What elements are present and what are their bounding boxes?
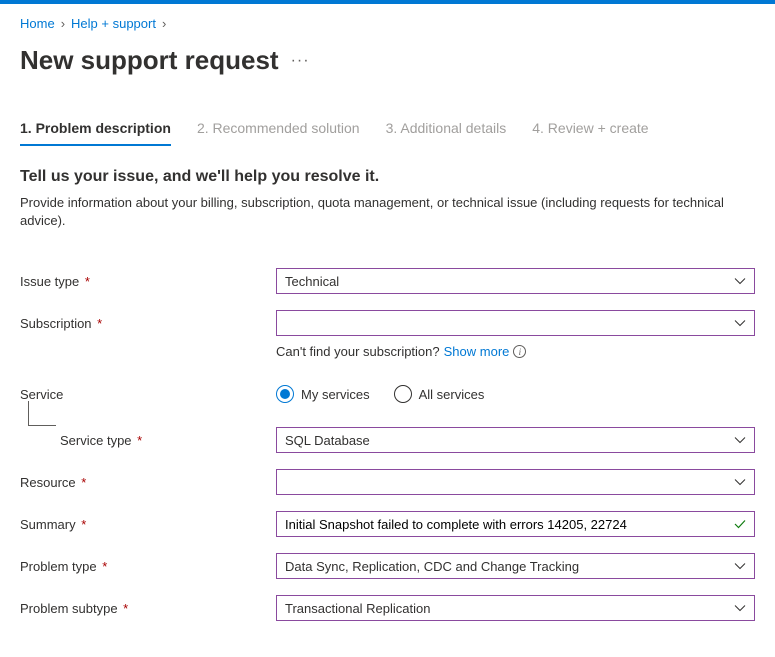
subscription-label: Subscription *: [20, 316, 276, 331]
tabs: 1. Problem description 2. Recommended so…: [20, 120, 755, 146]
more-icon[interactable]: ···: [291, 52, 310, 70]
tab-additional-details[interactable]: 3. Additional details: [386, 120, 507, 146]
summary-input[interactable]: [276, 511, 755, 537]
section-subtitle: Tell us your issue, and we'll help you r…: [20, 168, 755, 186]
tab-problem-description[interactable]: 1. Problem description: [20, 120, 171, 146]
page-title: New support request: [20, 45, 279, 76]
chevron-down-icon: [734, 317, 746, 329]
issue-type-label: Issue type *: [20, 274, 276, 289]
chevron-down-icon: [734, 434, 746, 446]
chevron-down-icon: [734, 560, 746, 572]
chevron-down-icon: [734, 476, 746, 488]
breadcrumb-home[interactable]: Home: [20, 16, 55, 31]
service-type-select[interactable]: SQL Database: [276, 427, 755, 453]
service-type-label: Service type *: [20, 433, 276, 448]
resource-label: Resource *: [20, 475, 276, 490]
show-more-link[interactable]: Show more: [444, 344, 510, 359]
chevron-right-icon: ›: [162, 16, 166, 31]
breadcrumb: Home › Help + support ›: [20, 16, 755, 31]
issue-type-select[interactable]: Technical: [276, 268, 755, 294]
problem-type-select[interactable]: Data Sync, Replication, CDC and Change T…: [276, 553, 755, 579]
tab-review-create[interactable]: 4. Review + create: [532, 120, 648, 146]
problem-type-label: Problem type *: [20, 559, 276, 574]
resource-select[interactable]: [276, 469, 755, 495]
section-description: Provide information about your billing, …: [20, 194, 755, 230]
checkmark-icon: [734, 518, 746, 530]
info-icon[interactable]: i: [513, 345, 526, 358]
tree-connector-icon: [28, 401, 29, 425]
service-label: Service: [20, 387, 276, 402]
chevron-right-icon: ›: [61, 16, 65, 31]
problem-subtype-label: Problem subtype *: [20, 601, 276, 616]
radio-my-services[interactable]: My services: [276, 385, 370, 403]
tree-connector-icon: [28, 425, 56, 426]
chevron-down-icon: [734, 602, 746, 614]
problem-subtype-select[interactable]: Transactional Replication: [276, 595, 755, 621]
subscription-select[interactable]: [276, 310, 755, 336]
breadcrumb-help[interactable]: Help + support: [71, 16, 156, 31]
subscription-hint: Can't find your subscription? Show more …: [276, 344, 755, 359]
tab-recommended-solution[interactable]: 2. Recommended solution: [197, 120, 360, 146]
chevron-down-icon: [734, 275, 746, 287]
summary-label: Summary *: [20, 517, 276, 532]
radio-all-services[interactable]: All services: [394, 385, 485, 403]
